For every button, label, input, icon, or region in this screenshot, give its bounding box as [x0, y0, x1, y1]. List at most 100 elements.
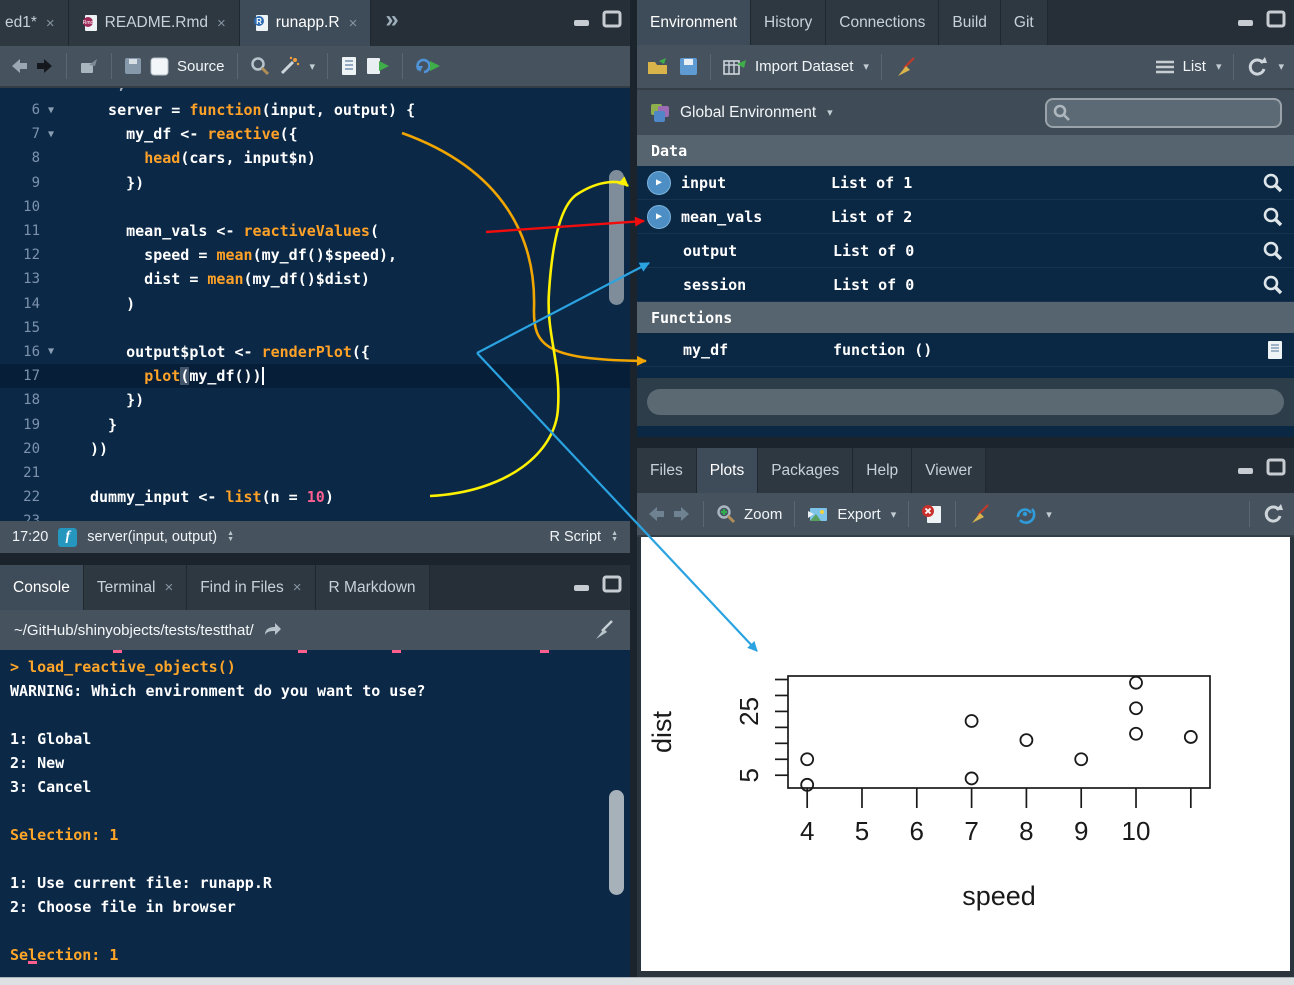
clear-plots-broom-icon[interactable] [968, 503, 992, 525]
close-tab-icon[interactable]: × [293, 579, 302, 596]
tab-console[interactable]: Console [0, 565, 84, 610]
maximize-pane-icon[interactable] [602, 575, 622, 593]
env-object-output[interactable]: outputList of 0 [637, 234, 1294, 268]
minimize-pane-icon[interactable] [1236, 459, 1256, 475]
code-line-13[interactable]: 13 dist = mean(my_df()$dist) [0, 267, 630, 291]
filetype-caret-icon[interactable]: ▲▼ [611, 531, 618, 543]
import-dataset-label[interactable]: Import Dataset [755, 58, 853, 75]
env-object-mean_vals[interactable]: ▶mean_valsList of 2 [637, 200, 1294, 234]
fold-icon[interactable]: ▼ [40, 346, 62, 357]
find-icon[interactable] [250, 56, 270, 76]
fold-icon[interactable]: ▼ [40, 129, 62, 140]
environment-search[interactable] [1045, 98, 1282, 128]
tab-readme-rmd[interactable]: RmdREADME.Rmd× [69, 0, 240, 46]
view-function-icon[interactable] [1266, 340, 1284, 360]
code-line-7[interactable]: 7▼ my_df <- reactive({ [0, 122, 630, 146]
next-plot-icon[interactable] [673, 506, 691, 522]
export-plot-icon[interactable] [807, 505, 829, 523]
refresh-plot-icon[interactable] [1262, 504, 1284, 524]
maximize-pane-icon[interactable] [602, 10, 622, 28]
clear-console-broom-icon[interactable] [592, 619, 616, 641]
maximize-pane-icon[interactable] [1266, 10, 1286, 28]
code-line-17[interactable]: 17 plot(my_df()) [0, 364, 630, 388]
code-line-19[interactable]: 19 } [0, 412, 630, 436]
code-line-22[interactable]: 22dummy_input <- list(n = 10) [0, 485, 630, 509]
import-dataset-icon[interactable] [723, 58, 747, 76]
inspect-object-icon[interactable] [1262, 172, 1284, 194]
inspect-object-icon[interactable] [1262, 206, 1284, 228]
clear-environment-broom-icon[interactable] [894, 56, 918, 78]
env-object-input[interactable]: ▶inputList of 1 [637, 166, 1294, 200]
code-line-9[interactable]: 9 }) [0, 171, 630, 195]
close-tab-icon[interactable]: × [46, 15, 55, 32]
tab-packages[interactable]: Packages [758, 448, 853, 493]
forward-icon[interactable] [36, 58, 54, 74]
tab-plots[interactable]: Plots [697, 448, 758, 493]
run-icon[interactable] [366, 56, 390, 76]
import-dataset-caret-icon[interactable]: ▾ [863, 60, 869, 73]
env-object-session[interactable]: sessionList of 0 [637, 268, 1294, 302]
save-workspace-icon[interactable] [679, 57, 698, 76]
code-line-16[interactable]: 16▼ output$plot <- renderPlot({ [0, 340, 630, 364]
code-line-21[interactable]: 21 [0, 461, 630, 485]
previous-plot-icon[interactable] [647, 506, 665, 522]
refresh-icon[interactable] [1246, 57, 1268, 77]
close-tab-icon[interactable]: × [217, 15, 226, 32]
tab-environment[interactable]: Environment [637, 0, 751, 45]
publish-plot-icon[interactable] [1014, 504, 1036, 524]
working-directory[interactable]: ~/GitHub/shinyobjects/tests/testthat/ [14, 622, 254, 639]
remove-plot-icon[interactable] [921, 504, 943, 524]
console-output[interactable]: > load_reactive_objects()WARNING: Which … [0, 650, 630, 970]
load-workspace-icon[interactable] [647, 57, 671, 76]
export-caret-icon[interactable]: ▾ [891, 508, 897, 521]
close-tab-icon[interactable]: × [349, 15, 358, 32]
tab-files[interactable]: Files [637, 448, 697, 493]
environment-search-input[interactable] [1071, 105, 1274, 121]
code-tools-caret-icon[interactable]: ▾ [310, 60, 316, 73]
editor-scrollbar[interactable] [609, 170, 624, 305]
inspect-object-icon[interactable] [1262, 274, 1284, 296]
back-icon[interactable] [10, 58, 28, 74]
maximize-pane-icon[interactable] [1266, 458, 1286, 476]
source-on-save-checkbox[interactable] [150, 57, 169, 76]
environment-scope-selector[interactable]: Global Environment [680, 104, 816, 122]
code-tools-wand-icon[interactable] [278, 56, 300, 76]
code-line-14[interactable]: 14 ) [0, 292, 630, 316]
inspect-object-icon[interactable] [1262, 240, 1284, 262]
tab-connections[interactable]: Connections [826, 0, 939, 45]
code-line-10[interactable]: 10 [0, 195, 630, 219]
list-view-label[interactable]: List [1183, 58, 1206, 75]
tab-help[interactable]: Help [853, 448, 912, 493]
code-line-8[interactable]: 8 head(cars, input$n) [0, 146, 630, 170]
expand-object-icon[interactable]: ▶ [647, 205, 671, 229]
tab-r-markdown[interactable]: R Markdown [316, 565, 430, 610]
console-scrollbar[interactable] [609, 790, 624, 895]
export-plot-label[interactable]: Export [837, 506, 880, 523]
tab-runapp-r[interactable]: Rrunapp.R× [240, 0, 372, 46]
environment-hscrollbar[interactable] [637, 378, 1294, 426]
tab-overflow-icon[interactable]: » [371, 0, 412, 46]
tab-find-in-files[interactable]: Find in Files× [187, 565, 315, 610]
code-line-15[interactable]: 15 [0, 316, 630, 340]
open-in-new-window-icon[interactable] [79, 57, 99, 75]
code-line-18[interactable]: 18 }) [0, 388, 630, 412]
code-editor[interactable]: ", 6▼ server = function(input, output) {… [0, 88, 630, 521]
file-type[interactable]: R Script [549, 529, 601, 545]
zoom-plot-icon[interactable] [716, 504, 736, 524]
publish-caret-icon[interactable]: ▾ [1046, 508, 1052, 521]
tab-git[interactable]: Git [1001, 0, 1048, 45]
save-icon[interactable] [124, 57, 142, 75]
close-tab-icon[interactable]: × [164, 579, 173, 596]
rerun-icon[interactable] [415, 56, 441, 76]
goto-directory-icon[interactable] [262, 622, 282, 638]
code-line-12[interactable]: 12 speed = mean(my_df()$speed), [0, 243, 630, 267]
code-line-11[interactable]: 11 mean_vals <- reactiveValues( [0, 219, 630, 243]
scope-caret-icon[interactable]: ▲▼ [227, 531, 234, 543]
minimize-pane-icon[interactable] [1236, 11, 1256, 27]
list-view-caret-icon[interactable]: ▾ [1216, 60, 1222, 73]
env-object-my_df[interactable]: my_dffunction () [637, 333, 1294, 367]
scope-caret-icon[interactable]: ▾ [827, 106, 833, 119]
list-view-icon[interactable] [1155, 59, 1175, 75]
code-line-6[interactable]: 6▼ server = function(input, output) { [0, 98, 630, 122]
scope-selector[interactable]: server(input, output) [87, 529, 217, 545]
